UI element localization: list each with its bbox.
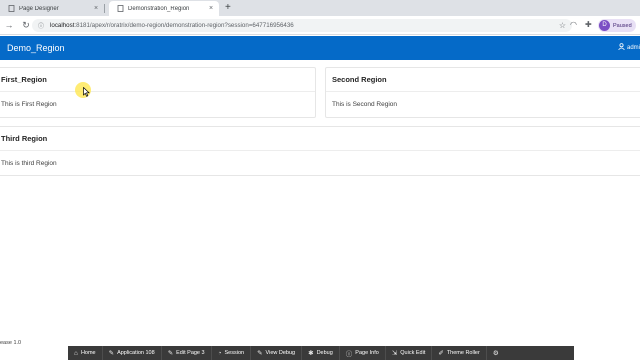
browser-tab-strip: Page Designer × Demonstration_Region × + (0, 0, 640, 16)
dev-settings-button[interactable]: ⚙ (487, 346, 505, 360)
avatar: D (599, 20, 610, 31)
region-content: This is First Region (1, 101, 57, 108)
dev-label: Session (224, 350, 245, 356)
url-host: localhost (50, 22, 75, 29)
user-icon (618, 43, 625, 52)
release-text: ease 1.0 (0, 340, 22, 346)
bug-icon: ✱ (308, 350, 314, 357)
address-bar[interactable]: ⓘ localhost:8181/apex/r/oratrix/demo-reg… (32, 19, 572, 32)
edit-icon: ✎ (257, 350, 263, 357)
region-title: Second Region (326, 68, 640, 92)
tab-title: Demonstration_Region (128, 5, 190, 12)
dev-page-info-button[interactable]: ⓘ Page Info (340, 346, 386, 360)
profile-button[interactable]: D Paused (598, 19, 636, 32)
dev-label: Theme Roller (446, 350, 480, 356)
dev-view-debug-button[interactable]: ✎ View Debug (251, 346, 303, 360)
dev-application-button[interactable]: ✎ Application 108 (103, 346, 162, 360)
extension-arc-icon[interactable]: ◠ (570, 20, 577, 29)
mouse-cursor-icon (83, 86, 90, 99)
dev-label: Quick Edit (400, 350, 426, 356)
dev-edit-page-button[interactable]: ✎ Edit Page 3 (162, 346, 212, 360)
page-icon (117, 5, 124, 12)
site-info-icon[interactable]: ⓘ (38, 21, 44, 30)
info-icon: ⓘ (345, 351, 353, 358)
dev-label: Page Info (355, 350, 379, 356)
dev-debug-button[interactable]: ✱ Debug (302, 346, 340, 360)
user-menu[interactable]: admi (618, 43, 640, 52)
bookmark-star-icon[interactable]: ☆ (559, 21, 566, 30)
dev-home-button[interactable]: ⌂ Home (68, 346, 103, 360)
reload-icon[interactable]: ↻ (19, 20, 33, 31)
extensions-puzzle-icon[interactable]: ✚ (585, 20, 592, 29)
app-title[interactable]: Demo_Region (0, 43, 65, 53)
dev-quick-edit-button[interactable]: ⇲ Quick Edit (386, 346, 433, 360)
browser-tab-demonstration-region[interactable]: Demonstration_Region × (109, 1, 219, 16)
gear-icon: ⚙ (492, 350, 499, 357)
home-icon: ⌂ (74, 349, 78, 357)
region-title: Third Region (0, 127, 640, 151)
edit-icon: ✎ (108, 350, 115, 357)
close-icon[interactable]: × (92, 5, 100, 12)
app-header: Demo_Region admi (0, 36, 640, 60)
page-icon (8, 5, 15, 12)
region-content: This is Second Region (332, 101, 398, 108)
user-name: admi (626, 44, 640, 51)
session-icon: ◔ (217, 349, 222, 357)
profile-status: Paused (613, 22, 632, 29)
close-icon[interactable]: × (207, 5, 215, 12)
brush-icon: ✐ (438, 350, 444, 357)
dev-label: Debug (316, 350, 333, 356)
quick-edit-icon: ⇲ (391, 350, 398, 357)
tab-title: Page Designer (19, 5, 59, 12)
forward-icon[interactable]: → (2, 20, 16, 30)
page-body: First_Region This is First Region Second… (0, 60, 640, 346)
dev-label: Home (80, 350, 96, 356)
edit-icon: ✎ (167, 350, 174, 357)
region-title: First_Region (0, 68, 315, 92)
dev-label: Application 108 (117, 350, 155, 356)
region-first: First_Region This is First Region (0, 67, 316, 118)
tab-divider (104, 4, 105, 13)
dev-label: View Debug (265, 350, 296, 356)
region-third: Third Region This is third Region (0, 126, 640, 176)
browser-tab-page-designer[interactable]: Page Designer × (0, 1, 104, 16)
region-content: This is third Region (1, 160, 57, 167)
region-second: Second Region This is Second Region (325, 67, 640, 118)
dev-label: Edit Page 3 (176, 350, 205, 356)
dev-theme-roller-button[interactable]: ✐ Theme Roller (432, 346, 487, 360)
browser-toolbar: → ↻ ⓘ localhost:8181/apex/r/oratrix/demo… (0, 16, 640, 35)
developer-toolbar: ⌂ Home ✎ Application 108 ✎ Edit Page 3 ◔ Ses… (68, 346, 574, 360)
new-tab-button[interactable]: + (225, 1, 231, 16)
dev-session-button[interactable]: ◔ Session (212, 346, 252, 360)
url-path: :8181/apex/r/oratrix/demo-region/demonst… (74, 22, 294, 29)
